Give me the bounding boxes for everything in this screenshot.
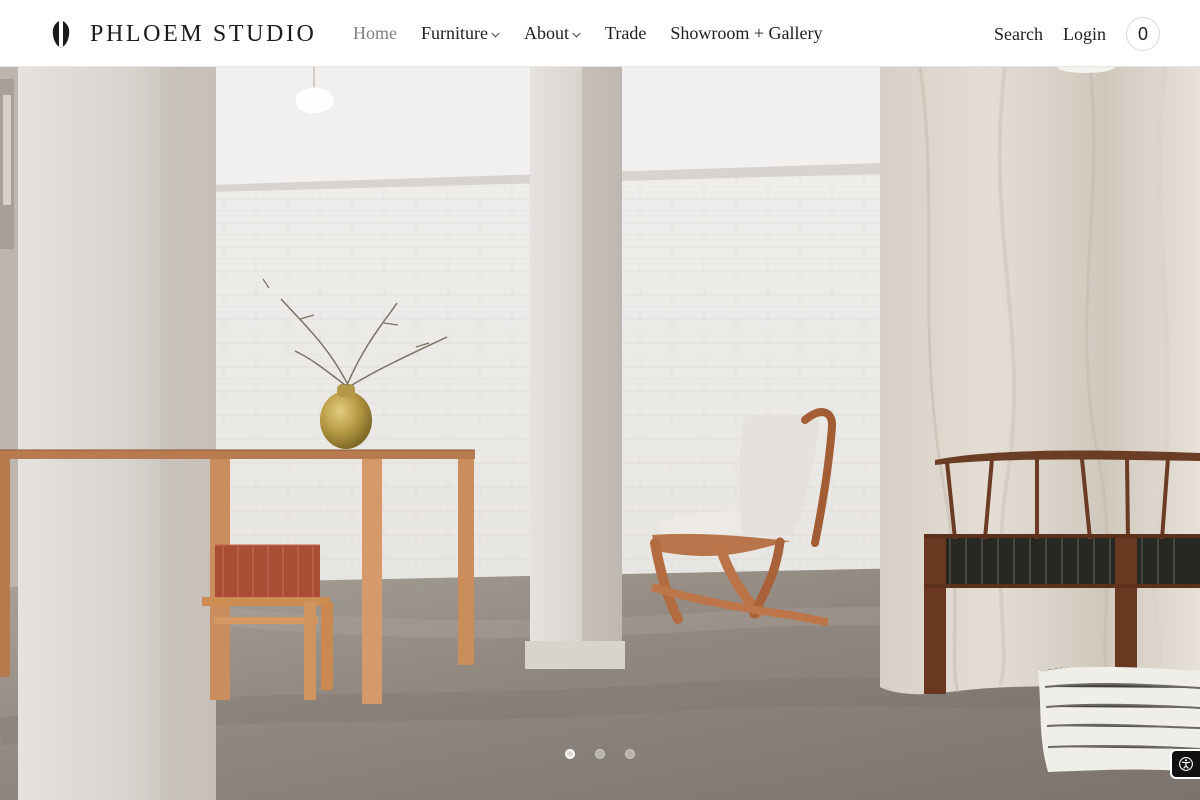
leaf-logo-icon xyxy=(52,21,70,48)
slider-pagination xyxy=(565,749,635,759)
chevron-down-icon xyxy=(491,32,500,38)
nav-trade-link[interactable]: Trade xyxy=(605,23,646,44)
cart-count-button[interactable]: 0 xyxy=(1126,17,1160,51)
nav-showroom-gallery-link[interactable]: Showroom + Gallery xyxy=(670,23,822,44)
nav-home-label: Home xyxy=(353,23,397,43)
brand-name: PHLOEM STUDIO xyxy=(90,21,317,47)
site-header: PHLOEM STUDIO Home Furniture About Trade xyxy=(0,0,1200,67)
brand-logo[interactable]: PHLOEM STUDIO xyxy=(50,19,316,49)
nav-home-link[interactable]: Home xyxy=(353,23,397,44)
nav-furniture-link[interactable]: Furniture xyxy=(421,23,500,44)
nav-about-label: About xyxy=(524,23,569,43)
nav-showroom-gallery-label: Showroom + Gallery xyxy=(670,23,823,43)
accessibility-icon xyxy=(1179,757,1193,771)
hero-furniture-showroom-image xyxy=(0,67,1200,800)
nav-furniture-label: Furniture xyxy=(421,23,488,43)
chevron-down-icon xyxy=(572,32,581,38)
login-link[interactable]: Login xyxy=(1063,24,1106,45)
phloem-studio-page: PHLOEM STUDIO Home Furniture About Trade xyxy=(0,0,1200,800)
hero-image-slider xyxy=(0,67,1200,800)
nav-about-link[interactable]: About xyxy=(524,23,581,44)
primary-navigation: Home Furniture About Trade Showroom + Ga… xyxy=(353,20,822,47)
search-link[interactable]: Search xyxy=(994,24,1043,45)
utility-navigation: Search Login 0 xyxy=(994,16,1160,52)
slide-dot-3[interactable] xyxy=(625,749,635,759)
accessibility-button[interactable] xyxy=(1170,749,1200,779)
slide-dot-2[interactable] xyxy=(595,749,605,759)
slide-dot-1[interactable] xyxy=(565,749,575,759)
nav-trade-label: Trade xyxy=(605,23,647,43)
